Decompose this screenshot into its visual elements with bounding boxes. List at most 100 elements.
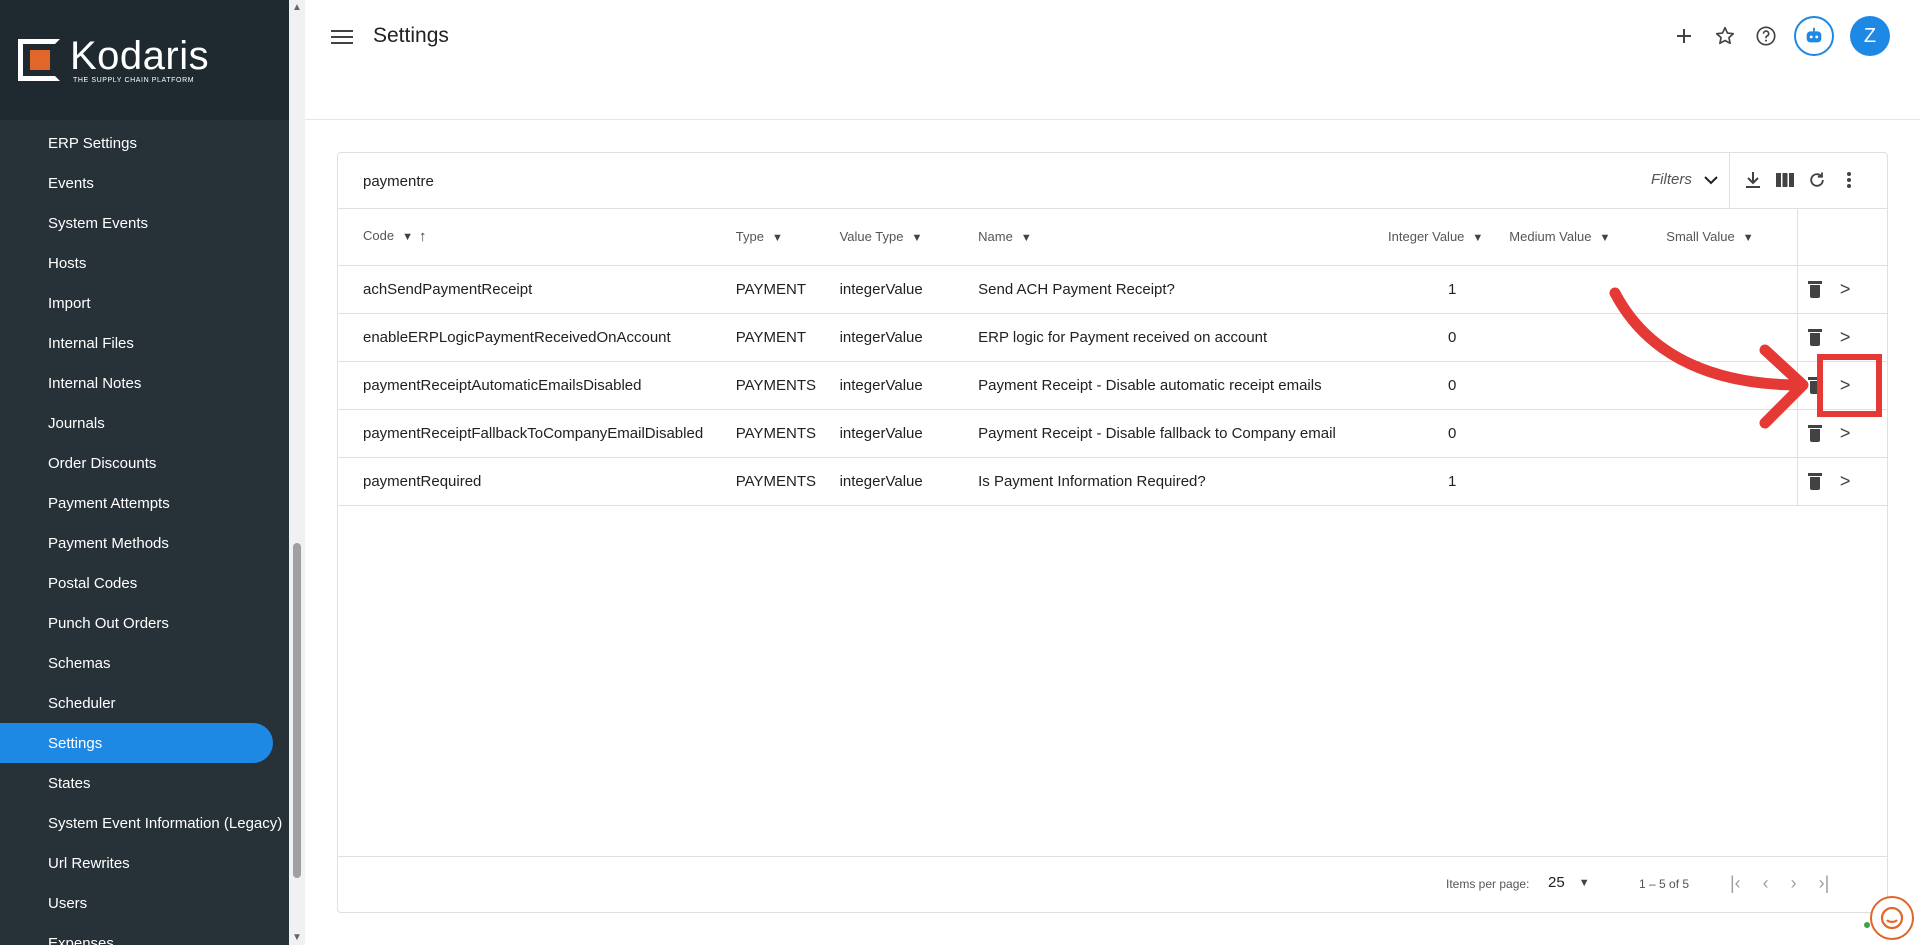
caret-down-icon[interactable]: ▼: [402, 231, 413, 243]
cell-value-type: integerValue: [831, 409, 971, 458]
sidebar-item-settings[interactable]: Settings: [0, 723, 273, 763]
row-actions: >: [1807, 472, 1887, 490]
sidebar-item-events[interactable]: Events: [0, 163, 289, 203]
row-actions-cell: >: [1796, 265, 1887, 314]
sidebar-item-states[interactable]: States: [0, 763, 289, 803]
refresh-icon[interactable]: [1806, 169, 1828, 191]
cell-small-value: [1658, 361, 1798, 410]
assistant-bot-icon[interactable]: [1794, 16, 1834, 56]
chevron-right-icon[interactable]: >: [1840, 328, 1851, 346]
cell-small-value: [1658, 313, 1798, 362]
table-row[interactable]: paymentReceiptFallbackToCompanyEmailDisa…: [338, 409, 1887, 458]
logo[interactable]: Kodaris THE SUPPLY CHAIN PLATFORM: [0, 0, 289, 120]
sidebar-item-hosts[interactable]: Hosts: [0, 243, 289, 283]
sidebar-item-system-event-information-legacy[interactable]: System Event Information (Legacy): [0, 803, 289, 843]
cell-medium-value: [1501, 313, 1659, 362]
search-input[interactable]: paymentre: [363, 173, 434, 190]
sidebar-item-order-discounts[interactable]: Order Discounts: [0, 443, 289, 483]
sidebar-item-users[interactable]: Users: [0, 883, 289, 923]
first-page-icon[interactable]: |‹: [1730, 873, 1741, 894]
column-header-integer-value[interactable]: Integer Value ▼: [1357, 209, 1502, 266]
delete-icon[interactable]: [1807, 424, 1822, 442]
cell-type: PAYMENTS: [727, 361, 832, 410]
column-header-medium-value[interactable]: Medium Value ▼: [1501, 209, 1659, 266]
column-header-name[interactable]: Name ▼: [970, 209, 1358, 266]
chevron-right-icon[interactable]: >: [1840, 376, 1851, 394]
columns-icon[interactable]: [1774, 169, 1796, 191]
sidebar-item-internal-notes[interactable]: Internal Notes: [0, 363, 289, 403]
toolbar-icons: [1742, 169, 1860, 191]
table-row[interactable]: paymentReceiptAutomaticEmailsDisabled PAY…: [338, 361, 1887, 410]
last-page-icon[interactable]: ›|: [1819, 873, 1830, 894]
help-icon[interactable]: [1753, 24, 1778, 49]
page-title: Settings: [373, 24, 449, 47]
sidebar-item-erp-settings[interactable]: ERP Settings: [0, 123, 289, 163]
table-row[interactable]: enableERPLogicPaymentReceivedOnAccount PA…: [338, 313, 1887, 362]
next-page-icon[interactable]: ›: [1791, 873, 1797, 894]
delete-icon[interactable]: [1807, 280, 1822, 298]
column-header-value-type[interactable]: Value Type ▼: [831, 209, 971, 266]
cell-small-value: [1658, 457, 1798, 506]
caret-down-icon[interactable]: ▼: [1743, 232, 1754, 244]
column-header-small-value[interactable]: Small Value ▼: [1658, 209, 1798, 266]
more-vert-icon[interactable]: [1838, 169, 1860, 191]
column-header-type[interactable]: Type ▼: [727, 209, 832, 266]
sidebar-item-schemas[interactable]: Schemas: [0, 643, 289, 683]
caret-down-icon[interactable]: ▼: [772, 232, 783, 244]
scroll-down-icon[interactable]: ▼: [292, 932, 302, 943]
sidebar-item-scheduler[interactable]: Scheduler: [0, 683, 289, 723]
table-row[interactable]: achSendPaymentReceipt PAYMENT integerValue…: [338, 265, 1887, 314]
chevron-right-icon[interactable]: >: [1840, 472, 1851, 490]
menu-icon[interactable]: [331, 26, 353, 46]
sidebar-item-import[interactable]: Import: [0, 283, 289, 323]
sort-arrow-up-icon[interactable]: ↑: [419, 228, 427, 245]
sidebar-item-expenses[interactable]: Expenses: [0, 923, 289, 945]
filters-label: Filters: [1651, 171, 1692, 188]
cell-integer-value: 0: [1357, 313, 1502, 362]
sidebar-item-postal-codes[interactable]: Postal Codes: [0, 563, 289, 603]
items-per-page-label: Items per page:: [1446, 877, 1530, 891]
cell-type: PAYMENT: [727, 265, 832, 314]
avatar[interactable]: Z: [1850, 16, 1890, 56]
sidebar-item-url-rewrites[interactable]: Url Rewrites: [0, 843, 289, 883]
previous-page-icon[interactable]: ‹: [1763, 873, 1769, 894]
caret-down-icon[interactable]: ▼: [1472, 232, 1483, 244]
cell-type: PAYMENTS: [727, 457, 832, 506]
delete-icon[interactable]: [1807, 376, 1822, 394]
sidebar-item-payment-methods[interactable]: Payment Methods: [0, 523, 289, 563]
sidebar-item-payment-attempts[interactable]: Payment Attempts: [0, 483, 289, 523]
chevron-right-icon[interactable]: >: [1840, 280, 1851, 298]
scrollbar-thumb[interactable]: [293, 543, 301, 878]
sidebar-item-punch-out-orders[interactable]: Punch Out Orders: [0, 603, 289, 643]
cell-small-value: [1658, 409, 1798, 458]
filters-button[interactable]: Filters: [1651, 171, 1718, 188]
sidebar-item-journals[interactable]: Journals: [0, 403, 289, 443]
star-icon[interactable]: [1712, 24, 1737, 49]
cell-name: Send ACH Payment Receipt?: [970, 265, 1358, 314]
items-per-page-select[interactable]: 25 ▼: [1548, 874, 1590, 891]
sidebar-scrollbar[interactable]: ▲ ▼: [289, 0, 305, 945]
sidebar-item-internal-files[interactable]: Internal Files: [0, 323, 289, 363]
cell-name: ERP logic for Payment received on accoun…: [970, 313, 1358, 362]
add-icon[interactable]: [1671, 24, 1696, 49]
caret-down-icon[interactable]: ▼: [1021, 232, 1032, 244]
items-per-page-value: 25: [1548, 874, 1565, 891]
caret-down-icon[interactable]: ▼: [911, 232, 922, 244]
delete-icon[interactable]: [1807, 328, 1822, 346]
column-header-code[interactable]: Code ▼ ↑: [338, 209, 728, 266]
cell-value-type: integerValue: [831, 313, 971, 362]
cell-name: Is Payment Information Required?: [970, 457, 1358, 506]
row-actions-cell: >: [1796, 409, 1887, 458]
table-row[interactable]: paymentRequired PAYMENTS integerValue Is Pa…: [338, 457, 1887, 506]
cell-code: paymentReceiptAutomaticEmailsDisabled: [338, 361, 728, 410]
settings-table: Code ▼ ↑ Type ▼ Value Type ▼ Name ▼ Integer V…: [338, 209, 1887, 506]
sidebar-item-system-events[interactable]: System Events: [0, 203, 289, 243]
cell-medium-value: [1501, 457, 1659, 506]
download-icon[interactable]: [1742, 169, 1764, 191]
scroll-up-icon[interactable]: ▲: [292, 2, 302, 13]
delete-icon[interactable]: [1807, 472, 1822, 490]
caret-down-icon[interactable]: ▼: [1599, 232, 1610, 244]
cell-medium-value: [1501, 409, 1659, 458]
chevron-right-icon[interactable]: >: [1840, 424, 1851, 442]
chat-icon[interactable]: [1870, 896, 1914, 940]
